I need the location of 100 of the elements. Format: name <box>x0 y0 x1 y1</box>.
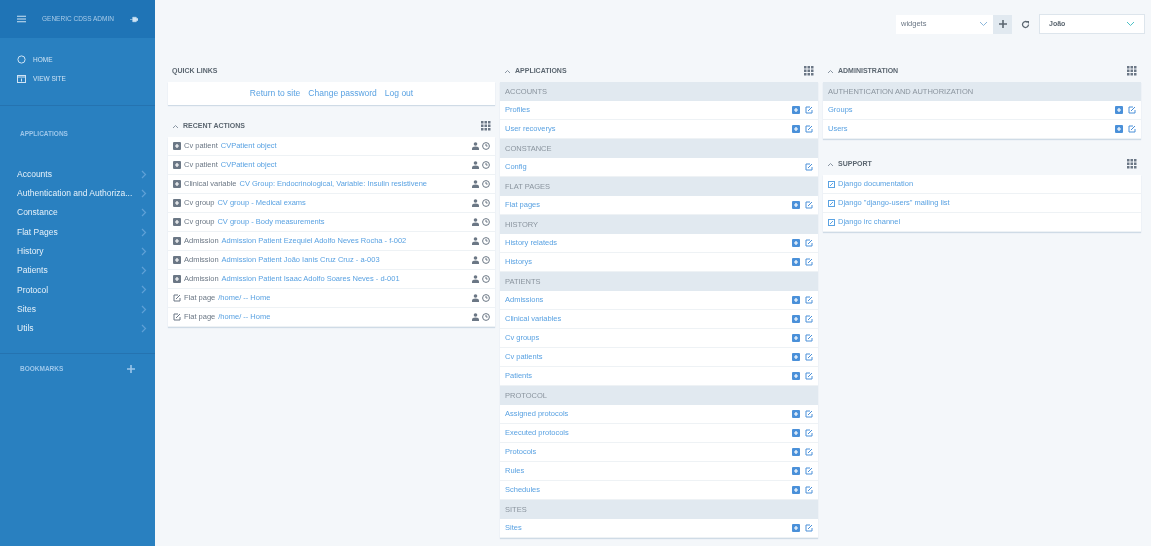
edit-icon[interactable] <box>805 372 813 380</box>
user-icon <box>472 294 479 302</box>
quick-link[interactable]: Return to site <box>249 87 301 100</box>
edit-icon[interactable] <box>805 201 813 209</box>
edit-icon[interactable] <box>805 239 813 247</box>
edit-icon[interactable] <box>805 410 813 418</box>
user-icon <box>472 275 479 283</box>
user-icon <box>472 142 479 150</box>
edit-icon[interactable] <box>805 429 813 437</box>
window-icon <box>17 74 26 83</box>
edit-icon[interactable] <box>173 294 181 302</box>
clock-icon <box>482 142 490 150</box>
clock-icon <box>482 199 490 207</box>
clock-icon <box>482 218 490 226</box>
clock-icon <box>482 313 490 321</box>
add-icon[interactable] <box>792 429 800 437</box>
edit-icon[interactable] <box>805 486 813 494</box>
add-icon[interactable] <box>792 258 800 266</box>
sidebar-item[interactable]: Patients <box>0 261 155 281</box>
user-icon <box>472 256 479 264</box>
clock-icon <box>482 180 490 188</box>
add-icon[interactable] <box>792 239 800 247</box>
add-icon[interactable] <box>792 315 800 323</box>
edit-icon[interactable] <box>1128 106 1136 114</box>
edit-icon[interactable] <box>805 524 813 532</box>
add-icon[interactable] <box>1115 125 1123 133</box>
edit-icon[interactable] <box>805 106 813 114</box>
external-link-icon <box>828 199 835 207</box>
caret-up-icon[interactable] <box>504 68 511 74</box>
add-icon[interactable] <box>792 467 800 475</box>
grid-icon[interactable] <box>1127 66 1137 76</box>
edit-icon[interactable] <box>805 125 813 133</box>
add-bookmark-icon[interactable] <box>127 365 135 374</box>
sidebar-item[interactable]: Sites <box>0 299 155 319</box>
clock-icon <box>482 237 490 245</box>
add-icon[interactable] <box>173 199 181 207</box>
add-icon[interactable] <box>792 125 800 133</box>
external-link-icon <box>828 218 835 226</box>
caret-up-icon[interactable] <box>172 123 179 129</box>
sidebar-item[interactable]: Authentication and Authoriza... <box>0 183 155 204</box>
clock-icon <box>482 161 490 169</box>
add-widget-button[interactable] <box>993 14 1012 34</box>
edit-icon[interactable] <box>805 353 813 361</box>
sidebar-item[interactable]: Accounts <box>0 164 155 184</box>
user-icon <box>472 313 479 321</box>
edit-icon[interactable] <box>805 296 813 304</box>
grid-icon[interactable] <box>804 66 814 76</box>
user-icon <box>472 199 479 207</box>
sidebar-item[interactable]: Constance <box>0 203 155 223</box>
clock-icon <box>482 294 490 302</box>
add-icon[interactable] <box>792 410 800 418</box>
external-link-icon <box>828 180 835 188</box>
user-icon <box>472 218 479 226</box>
user-icon <box>472 180 479 188</box>
sidebar-item[interactable]: Flat Pages <box>0 222 155 242</box>
circle-icon <box>17 55 26 65</box>
user-icon <box>472 161 479 169</box>
add-icon[interactable] <box>173 237 181 245</box>
clock-icon <box>482 256 490 264</box>
edit-icon[interactable] <box>1128 125 1136 133</box>
menu-icon[interactable] <box>17 15 26 23</box>
add-icon[interactable] <box>173 161 181 169</box>
grid-icon[interactable] <box>1127 159 1137 169</box>
add-icon[interactable] <box>173 218 181 226</box>
chevron-down-icon <box>1126 21 1135 27</box>
clock-icon <box>482 275 490 283</box>
add-icon[interactable] <box>792 486 800 494</box>
add-icon[interactable] <box>792 372 800 380</box>
add-icon[interactable] <box>792 448 800 456</box>
chevron-down-icon <box>979 21 988 27</box>
caret-up-icon[interactable] <box>827 161 834 167</box>
add-icon[interactable] <box>792 201 800 209</box>
add-icon[interactable] <box>792 106 800 114</box>
edit-icon[interactable] <box>805 448 813 456</box>
caret-up-icon[interactable] <box>827 68 834 74</box>
plus-icon <box>998 20 1007 28</box>
sidebar-item[interactable]: History <box>0 241 155 261</box>
sidebar-item[interactable]: Utils <box>0 318 155 339</box>
grid-icon[interactable] <box>481 121 491 131</box>
quick-link[interactable]: Log out <box>384 87 414 100</box>
edit-icon[interactable] <box>805 315 813 323</box>
user-icon <box>472 237 479 245</box>
quick-link[interactable]: Change password <box>308 87 377 100</box>
add-icon[interactable] <box>173 275 181 283</box>
refresh-icon[interactable] <box>1021 19 1030 29</box>
add-icon[interactable] <box>173 142 181 150</box>
edit-icon[interactable] <box>805 163 813 171</box>
add-icon[interactable] <box>173 256 181 264</box>
edit-icon[interactable] <box>805 467 813 475</box>
add-icon[interactable] <box>792 524 800 532</box>
edit-icon[interactable] <box>805 334 813 342</box>
add-icon[interactable] <box>1115 106 1123 114</box>
add-icon[interactable] <box>173 180 181 188</box>
add-icon[interactable] <box>792 334 800 342</box>
add-icon[interactable] <box>792 296 800 304</box>
chevron-right-icon <box>141 324 147 333</box>
edit-icon[interactable] <box>805 258 813 266</box>
sidebar-item[interactable]: Protocol <box>0 280 155 300</box>
add-icon[interactable] <box>792 353 800 361</box>
edit-icon[interactable] <box>173 313 181 321</box>
